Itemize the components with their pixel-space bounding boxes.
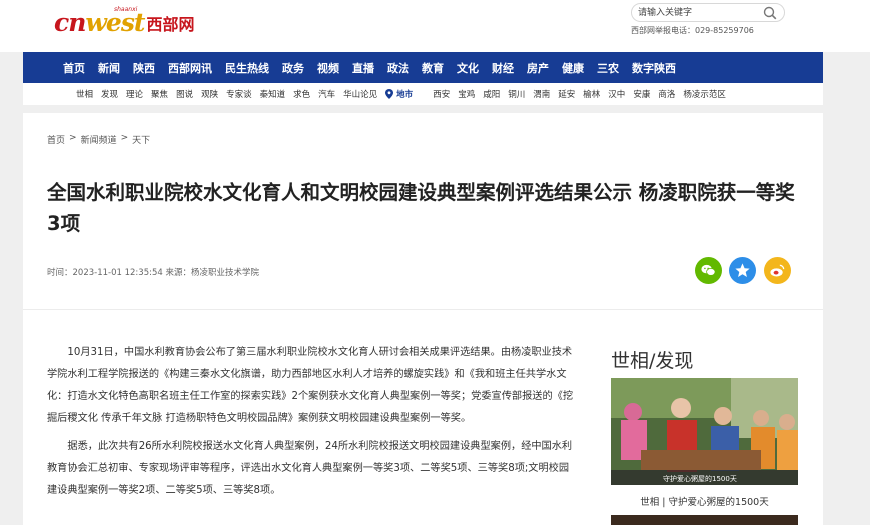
share-weibo-button[interactable] — [764, 257, 791, 284]
article-body: 10月31日，中国水利教育协会公布了第三届水利职业院校水文化育人研讨会相关成果评… — [47, 342, 579, 508]
nav-item[interactable]: 新闻 — [98, 60, 120, 76]
share-wechat-button[interactable] — [695, 257, 722, 284]
breadcrumb: 首页 > 新闻频道 > 天下 — [47, 133, 150, 146]
article-meta: 时间：2023-11-01 12:35:54 来源：杨凌职业技术学院 — [47, 268, 259, 278]
region-label[interactable]: 地市 — [385, 88, 421, 100]
city-link[interactable]: 宝鸡 — [458, 88, 475, 100]
nav-item[interactable]: 直播 — [352, 60, 374, 76]
nav-item[interactable]: 三农 — [597, 60, 619, 76]
report-hotline: 西部网举报电话：029-85259706 — [631, 26, 754, 35]
weibo-icon — [770, 264, 785, 277]
city-link[interactable]: 安康 — [633, 88, 650, 100]
nav-item[interactable]: 文化 — [457, 60, 479, 76]
subnav-item[interactable]: 发现 — [101, 88, 118, 100]
logo-subtitle: shaanxi — [114, 6, 138, 13]
subnav-item[interactable]: 图说 — [176, 88, 193, 100]
sidebar-photo-overlay-text: 守护爱心粥屋的1500天 — [663, 474, 737, 483]
city-link[interactable]: 铜川 — [508, 88, 525, 100]
star-icon — [735, 263, 750, 278]
breadcrumb-home[interactable]: 首页 — [47, 133, 65, 146]
city-link[interactable]: 延安 — [558, 88, 575, 100]
subnav-item[interactable]: 专家谈 — [226, 88, 252, 100]
location-pin-icon — [385, 89, 394, 99]
city-link[interactable]: 榆林 — [583, 88, 600, 100]
sidebar-caption[interactable]: 世相 | 守护爱心粥屋的1500天 — [611, 494, 798, 508]
nav-item[interactable]: 房产 — [527, 60, 549, 76]
subnav-item[interactable]: 秦知道 — [260, 88, 286, 100]
nav-item[interactable]: 政法 — [387, 60, 409, 76]
nav-item[interactable]: 健康 — [562, 60, 584, 76]
nav-item[interactable]: 民生热线 — [225, 60, 269, 76]
city-link[interactable]: 渭南 — [533, 88, 550, 100]
search-box — [631, 3, 785, 22]
nav-item[interactable]: 教育 — [422, 60, 444, 76]
sub-nav: 世相 发现 理论 聚焦 图说 观陕 专家谈 秦知道 求色 汽车 华山论见 地市 … — [23, 83, 823, 105]
article-paragraph: 10月31日，中国水利教育协会公布了第三届水利职业院校水文化育人研讨会相关成果评… — [47, 347, 574, 424]
share-qzone-button[interactable] — [729, 257, 756, 284]
nav-item[interactable]: 陕西 — [133, 60, 155, 76]
breadcrumb-separator: > — [120, 133, 129, 143]
wechat-icon — [701, 264, 716, 276]
subnav-item[interactable]: 世相 — [76, 88, 93, 100]
city-link[interactable]: 汉中 — [608, 88, 625, 100]
nav-item[interactable]: 财经 — [492, 60, 514, 76]
subnav-item[interactable]: 观陕 — [201, 88, 218, 100]
subnav-item[interactable]: 华山论见 — [343, 88, 377, 100]
logo-chinese-name: 西部网 — [146, 15, 195, 34]
sidebar-title: 世相/发现 — [611, 350, 694, 372]
breadcrumb-news[interactable]: 新闻频道 — [81, 133, 117, 146]
nav-item[interactable]: 西部网讯 — [168, 60, 212, 76]
logo-text-cn: cn — [54, 8, 86, 37]
nav-item[interactable]: 政务 — [282, 60, 304, 76]
city-link[interactable]: 商洛 — [658, 88, 675, 100]
search-icon[interactable] — [763, 6, 777, 20]
city-link[interactable]: 咸阳 — [483, 88, 500, 100]
site-header: cn west 西部网 shaanxi 西部网举报电话：029-85259706 — [0, 0, 870, 52]
city-link[interactable]: 西安 — [433, 88, 450, 100]
sidebar-image[interactable]: 守护爱心粥屋的1500天 — [611, 378, 798, 485]
sidebar-image-2[interactable] — [611, 515, 798, 525]
breadcrumb-world[interactable]: 天下 — [132, 133, 150, 146]
city-link[interactable]: 杨凌示范区 — [683, 88, 726, 100]
site-logo[interactable]: cn west 西部网 shaanxi — [54, 4, 194, 38]
search-input[interactable] — [638, 6, 758, 20]
subnav-item[interactable]: 汽车 — [318, 88, 335, 100]
nav-item[interactable]: 数字陕西 — [632, 60, 676, 76]
subnav-item[interactable]: 理论 — [126, 88, 143, 100]
nav-item[interactable]: 视频 — [317, 60, 339, 76]
region-label-text: 地市 — [396, 90, 414, 100]
article-title: 全国水利职业院校水文化育人和文明校园建设典型案例评选结果公示 杨凌职院获一等奖3… — [47, 181, 795, 235]
article-card: 首页 > 新闻频道 > 天下 全国水利职业院校水文化育人和文明校园建设典型案例评… — [23, 113, 823, 525]
nav-item[interactable]: 首页 — [63, 60, 85, 76]
breadcrumb-separator: > — [69, 133, 77, 143]
divider — [23, 309, 823, 310]
article-paragraph: 据悉，此次共有26所水利院校报送水文化育人典型案例，24所水利院校报送文明校园建… — [47, 441, 573, 496]
sidebar-photo: 守护爱心粥屋的1500天 — [611, 378, 798, 485]
subnav-item[interactable]: 求色 — [293, 88, 310, 100]
subnav-item[interactable]: 聚焦 — [151, 88, 168, 100]
main-nav: 首页 新闻 陕西 西部网讯 民生热线 政务 视频 直播 政法 教育 文化 财经 … — [23, 52, 823, 83]
